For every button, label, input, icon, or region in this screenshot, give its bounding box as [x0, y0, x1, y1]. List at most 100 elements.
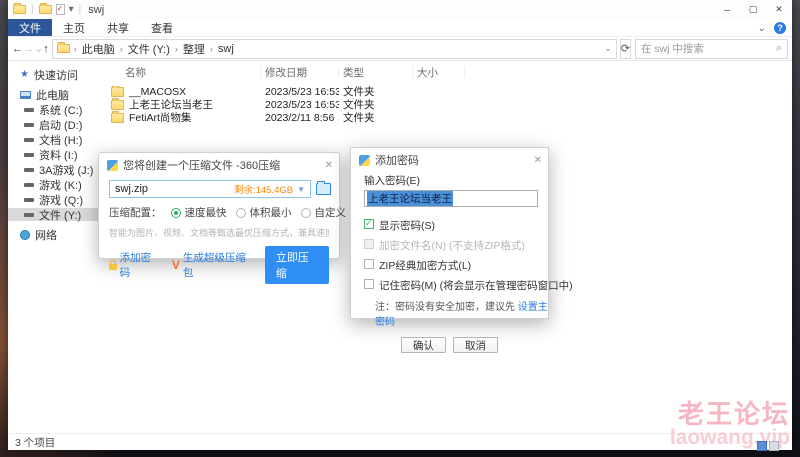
sidebar-item-drive-j[interactable]: 3A游戏 (J:) — [8, 163, 105, 177]
note-text: 注：密码没有安全加密，建议先 — [375, 302, 518, 313]
add-password-dialog: 添加密码 ✕ 输入密码(E) 上老王论坛当老王 显示密码(S) 加密文件名(N)… — [350, 147, 573, 353]
checkbox-label: 记住密码(M) (将会显示在管理密码窗口中) — [379, 280, 573, 292]
sidebar-item-label: 启动 (D:) — [39, 119, 83, 132]
tab-view[interactable]: 查看 — [140, 19, 184, 36]
breadcrumb-sep-icon: › — [119, 43, 123, 54]
drive-icon — [24, 167, 34, 172]
confirm-button[interactable]: 确认 — [401, 337, 446, 353]
sidebar-item-network[interactable]: 网络 — [8, 228, 105, 242]
checkbox-zip-legacy[interactable]: ZIP经典加密方式(L) — [364, 258, 548, 273]
checkbox-remember-password[interactable]: 记住密码(M) (将会显示在管理密码窗口中) — [364, 278, 573, 293]
help-icon[interactable]: ? — [774, 22, 786, 34]
chevron-down-icon[interactable]: ▼ — [297, 185, 305, 194]
breadcrumb-this-pc[interactable]: 此电脑 — [82, 41, 115, 57]
column-header-date[interactable]: 修改日期 — [261, 66, 339, 79]
sidebar-item-drive-i[interactable]: 资料 (I:) — [8, 148, 105, 162]
checkbox-show-password[interactable]: 显示密码(S) — [364, 218, 548, 233]
super-package-label: 生成超级压缩包 — [182, 252, 246, 279]
breadcrumb-drive[interactable]: 文件 (Y:) — [128, 41, 170, 57]
computer-icon — [20, 90, 31, 99]
radio-smallest[interactable]: 体积最小 — [235, 205, 292, 220]
table-row[interactable]: FetiArt尚物集 2023/2/11 8:56 文件夹 — [105, 110, 792, 124]
password-dialog-titlebar: 添加密码 ✕ — [351, 148, 548, 170]
qat-folder-icon[interactable] — [38, 3, 52, 14]
drive-icon — [24, 107, 34, 112]
ribbon-right-controls: ⌄ ? — [758, 19, 786, 37]
close-button[interactable]: ✕ — [766, 0, 792, 19]
zip-app-icon — [107, 159, 118, 171]
close-icon[interactable]: ✕ — [325, 160, 333, 171]
breadcrumb-parent[interactable]: 整理 — [183, 41, 205, 57]
drive-icon — [24, 122, 34, 127]
ime-icon — [757, 441, 767, 451]
radio-custom[interactable]: 自定义 — [300, 205, 346, 220]
zip-config-row: 压缩配置： 速度最快 体积最小 自定义 — [109, 205, 346, 220]
sidebar-item-label: 资料 (I:) — [39, 149, 78, 162]
checkbox-icon — [364, 279, 374, 289]
refresh-icon: ⟳ — [620, 43, 630, 55]
add-password-link[interactable]: 添加密码 — [109, 250, 160, 280]
search-icon: ⌕ — [775, 42, 783, 54]
password-app-icon — [359, 154, 370, 166]
sidebar-item-quick-access[interactable]: ★ 快速访问 — [8, 68, 105, 82]
folder-icon — [111, 97, 124, 110]
address-dropdown-icon[interactable]: ⌄ — [604, 43, 612, 54]
breadcrumb-sep-icon: › — [174, 43, 178, 54]
sidebar-item-drive-k[interactable]: 游戏 (K:) — [8, 178, 105, 192]
refresh-button[interactable]: ⟳ — [619, 38, 631, 59]
checkbox-encrypt-filenames: 加密文件名(N) (不支持ZIP格式) — [364, 238, 548, 253]
sidebar-item-drive-y[interactable]: 文件 (Y:) — [8, 208, 105, 222]
sidebar-item-drive-c[interactable]: 系统 (C:) — [8, 103, 105, 117]
zip-filename-input[interactable]: swj.zip 剩余:145.4GB ▼ — [109, 180, 311, 198]
tab-file[interactable]: 文件 — [8, 19, 52, 36]
window-title: swj — [88, 3, 105, 16]
sidebar-item-label: 网络 — [35, 229, 57, 242]
sidebar-item-label: 文件 (Y:) — [39, 209, 82, 222]
sidebar-item-this-pc[interactable]: 此电脑 — [8, 88, 105, 102]
divider: | — [31, 4, 34, 15]
up-icon[interactable]: ↑ — [43, 43, 49, 55]
checkbox-label: 加密文件名(N) (不支持ZIP格式) — [379, 240, 525, 252]
navigation-pane: ★ 快速访问 此电脑 系统 (C:) 启动 (D:) 文档 (H:) 资料 (I… — [8, 62, 105, 433]
search-input[interactable] — [640, 42, 776, 55]
address-bar[interactable]: › 此电脑 › 文件 (Y:) › 整理 › swj ⌄ — [51, 38, 617, 59]
column-header-name[interactable]: 名称 — [105, 66, 261, 79]
column-header-size[interactable]: 大小 — [413, 66, 465, 79]
window-controls: ─ ▢ ✕ — [714, 0, 792, 19]
tab-home[interactable]: 主页 — [52, 19, 96, 36]
radio-icon — [300, 207, 311, 218]
column-header-type[interactable]: 类型 — [339, 66, 413, 79]
forward-icon[interactable]: → — [23, 43, 34, 55]
breadcrumb-current[interactable]: swj — [218, 43, 234, 55]
browse-folder-icon[interactable] — [316, 181, 331, 195]
qat-customize-icon[interactable]: ▾ — [69, 4, 74, 15]
search-box[interactable]: ⌕ — [634, 38, 789, 59]
qat-properties-icon[interactable] — [55, 4, 65, 15]
lock-icon — [109, 259, 117, 270]
checkbox-icon — [364, 259, 374, 269]
sidebar-item-label: 3A游戏 (J:) — [39, 164, 94, 177]
sidebar-item-label: 文档 (H:) — [39, 134, 83, 147]
cancel-button[interactable]: 取消 — [453, 337, 498, 353]
back-icon[interactable]: ← — [12, 43, 23, 55]
sidebar-item-drive-d[interactable]: 启动 (D:) — [8, 118, 105, 132]
password-input[interactable]: 上老王论坛当老王 — [364, 190, 538, 207]
zip-filename-row: swj.zip 剩余:145.4GB ▼ — [109, 180, 331, 198]
minimize-button[interactable]: ─ — [714, 0, 740, 19]
file-name: __MACOSX — [129, 85, 187, 98]
sidebar-item-drive-q[interactable]: 游戏 (Q:) — [8, 193, 105, 207]
file-type: 文件夹 — [343, 112, 375, 124]
close-icon[interactable]: ✕ — [534, 155, 542, 166]
zip-create-dialog: 您将创建一个压缩文件 -360压缩 ✕ swj.zip 剩余:145.4GB ▼… — [98, 152, 346, 284]
sidebar-item-drive-h[interactable]: 文档 (H:) — [8, 133, 105, 147]
maximize-button[interactable]: ▢ — [740, 0, 766, 19]
file-date: 2023/5/23 16:53 — [265, 85, 339, 98]
super-package-link[interactable]: V 生成超级压缩包 — [172, 250, 253, 280]
items-count: 3 个项目 — [15, 436, 56, 449]
expand-ribbon-icon[interactable]: ⌄ — [758, 23, 766, 34]
radio-fastest[interactable]: 速度最快 — [170, 205, 227, 220]
compress-now-button[interactable]: 立即压缩 — [264, 246, 329, 284]
tab-share[interactable]: 共享 — [96, 19, 140, 36]
recent-locations-icon[interactable]: ⌄ — [34, 42, 43, 55]
password-dialog-buttons: 确认 取消 — [351, 337, 548, 353]
